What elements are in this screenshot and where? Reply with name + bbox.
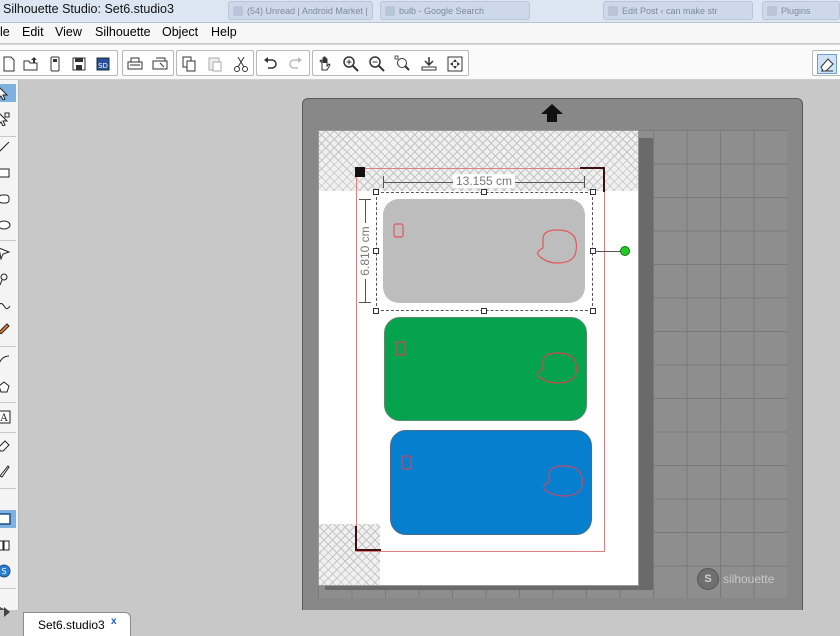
fit-to-window-icon[interactable] <box>445 54 465 74</box>
new-doc-icon[interactable] <box>0 54 19 74</box>
silhouette-store-icon[interactable]: S <box>0 562 16 580</box>
browser-tab-2[interactable]: bulb - Google Search <box>380 1 530 20</box>
toolbar: SD <box>0 44 840 80</box>
file-group: SD <box>0 50 118 76</box>
resize-handle-top-left[interactable] <box>373 189 379 195</box>
height-dimension-label: 6.810 cm <box>358 223 372 279</box>
page-settings-icon[interactable] <box>0 510 16 528</box>
width-dimension: 13.155 cm <box>383 174 585 189</box>
rotation-handle-stem <box>595 251 621 252</box>
menu-edit[interactable]: Edit <box>22 25 44 39</box>
text-tool-icon[interactable]: A <box>0 408 16 426</box>
silhouette-logo: S silhouette <box>697 568 774 590</box>
tab-scroll-left-icon[interactable] <box>2 605 12 619</box>
drawing-tools-panel: A S <box>0 80 19 636</box>
resize-handle-left[interactable] <box>373 248 379 254</box>
svg-text:A: A <box>0 413 8 424</box>
svg-text:SD: SD <box>98 62 108 70</box>
resize-handle-bottom[interactable] <box>481 308 487 314</box>
resize-handle-bottom-right[interactable] <box>590 308 596 314</box>
menu-bar: le Edit View Silhouette Object Help <box>0 23 840 43</box>
print-cut-icon[interactable] <box>150 54 170 74</box>
library-icon[interactable] <box>0 536 16 554</box>
eraser-tool-icon[interactable] <box>0 436 16 454</box>
cut-icon[interactable] <box>231 54 251 74</box>
freehand-tool-icon[interactable] <box>0 296 16 314</box>
eraser-icon[interactable] <box>817 54 837 74</box>
resize-handle-top-right[interactable] <box>590 189 596 195</box>
rounded-rectangle-tool-icon[interactable] <box>0 190 16 208</box>
zoom-selection-icon[interactable] <box>393 54 413 74</box>
registration-mark-bottom-left <box>355 526 381 551</box>
menu-object[interactable]: Object <box>162 25 198 39</box>
browser-tab-3[interactable]: Edit Post ‹ can make str <box>603 1 753 20</box>
browser-tab-4[interactable]: Plugins <box>762 1 840 20</box>
copy-icon[interactable] <box>179 54 199 74</box>
document-tab[interactable]: Set6.studio3 x <box>23 612 131 636</box>
rectangle-tool-icon[interactable] <box>0 164 16 182</box>
knife-tool-icon[interactable] <box>0 462 16 480</box>
smooth-freehand-tool-icon[interactable] <box>0 318 16 336</box>
history-group <box>256 50 310 76</box>
line-tool-icon[interactable] <box>0 138 16 156</box>
open-folder-icon[interactable] <box>21 54 41 74</box>
rotation-handle[interactable] <box>620 246 630 256</box>
pan-icon[interactable] <box>316 54 336 74</box>
zoom-group <box>312 50 469 76</box>
width-dimension-label: 13.155 cm <box>452 174 516 188</box>
resize-handle-bottom-left[interactable] <box>373 308 379 314</box>
print-icon[interactable] <box>125 54 145 74</box>
menu-view[interactable]: View <box>55 25 82 39</box>
arc-tool-icon[interactable] <box>0 352 16 370</box>
feed-direction-icon <box>541 104 563 122</box>
menu-help[interactable]: Help <box>211 25 237 39</box>
clipboard-group <box>176 50 254 76</box>
zoom-in-icon[interactable] <box>341 54 361 74</box>
resize-handle-top[interactable] <box>481 189 487 195</box>
document-tab-label: Set6.studio3 <box>38 618 105 632</box>
select-tool-icon[interactable] <box>0 84 16 102</box>
zoom-out-icon[interactable] <box>367 54 387 74</box>
window-title: Silhouette Studio: Set6.studio3 <box>3 2 174 16</box>
phone-case-green[interactable] <box>384 317 587 421</box>
curve-tool-icon[interactable] <box>0 270 16 288</box>
save-icon[interactable] <box>69 54 89 74</box>
silhouette-logo-text: silhouette <box>723 572 775 586</box>
undo-icon[interactable] <box>260 54 280 74</box>
silhouette-logo-icon: S <box>697 568 719 590</box>
camera-cutout-outline-icon <box>395 341 578 384</box>
registration-mark-square <box>355 167 365 177</box>
redo-icon[interactable] <box>286 54 306 74</box>
paste-icon[interactable] <box>205 54 225 74</box>
save-to-card-icon[interactable] <box>45 54 65 74</box>
title-bar: Silhouette Studio: Set6.studio3 (54) Unr… <box>0 0 840 23</box>
close-tab-icon[interactable]: x <box>111 616 117 627</box>
selection-box <box>376 192 593 311</box>
svg-text:S: S <box>1 567 6 576</box>
ellipse-tool-icon[interactable] <box>0 216 16 234</box>
save-as-icon[interactable]: SD <box>93 54 113 74</box>
regular-polygon-tool-icon[interactable] <box>0 378 16 396</box>
menu-silhouette[interactable]: Silhouette <box>95 25 151 39</box>
menu-file[interactable]: le <box>0 25 10 39</box>
height-dimension: 6.810 cm <box>358 199 372 303</box>
browser-tab-1[interactable]: (54) Unread | Android Market | <box>228 1 373 20</box>
eraser-group <box>812 50 840 76</box>
phone-case-blue[interactable] <box>390 430 592 535</box>
edit-points-tool-icon[interactable] <box>0 110 16 128</box>
polygon-tool-icon[interactable] <box>0 244 16 262</box>
print-group <box>122 50 174 76</box>
camera-cutout-outline-icon <box>401 455 584 497</box>
zoom-page-icon[interactable] <box>419 54 439 74</box>
